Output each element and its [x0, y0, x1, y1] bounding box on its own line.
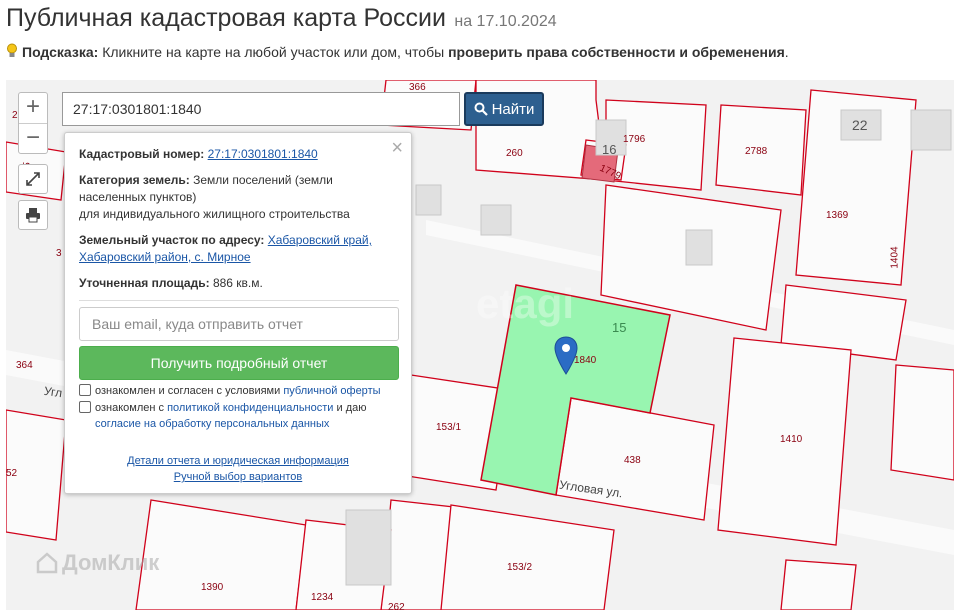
address-label: Земельный участок по адресу:: [79, 233, 265, 247]
privacy-policy-link[interactable]: политикой конфиденциальности: [167, 402, 333, 414]
zoom-in-button[interactable]: +: [19, 93, 47, 123]
privacy-checkbox[interactable]: [79, 401, 91, 413]
offer-link[interactable]: публичной оферты: [283, 385, 380, 397]
email-field[interactable]: [79, 307, 399, 341]
address-link-1[interactable]: Хабаровский край,: [268, 233, 372, 247]
page-title-row: Публичная кадастровая карта России на 17…: [6, 4, 950, 33]
hint-label: Подсказка:: [22, 44, 99, 60]
address-link-2[interactable]: Хабаровский район, с. Мирное: [79, 250, 251, 264]
hint-line: Подсказка: Кликните на карте на любой уч…: [6, 43, 789, 60]
print-button[interactable]: [18, 200, 48, 230]
cad-number-link[interactable]: 27:17:0301801:1840: [208, 147, 318, 161]
page-header: Публичная кадастровая карта России на 17…: [6, 4, 950, 60]
area-value: 886 кв.м.: [212, 276, 263, 290]
area-row: Уточненная площадь: 886 кв.м.: [79, 275, 379, 292]
cad-number-label: Кадастровый номер:: [79, 147, 205, 161]
privacy-consent-line2: согласие на обработку персональных данны…: [95, 416, 415, 432]
land-use: для индивидуального жилищного строительс…: [79, 207, 350, 221]
get-report-button[interactable]: Получить подробный отчет: [79, 346, 399, 380]
expand-icon: [26, 172, 40, 186]
zoom-control: + −: [18, 92, 48, 154]
house-icon: [36, 552, 58, 574]
address-row-2: Хабаровский район, с. Мирное: [79, 249, 379, 266]
divider: [79, 300, 399, 301]
privacy-consent: ознакомлен с политикой конфиденциальност…: [79, 400, 399, 416]
zoom-out-button[interactable]: −: [19, 123, 47, 153]
offer-checkbox[interactable]: [79, 384, 91, 396]
search-button[interactable]: Найти: [464, 92, 544, 126]
details-link[interactable]: Детали отчета и юридическая информация: [127, 455, 349, 467]
parcel-info-popup: × Кадастровый номер: 27:17:0301801:1840 …: [64, 132, 412, 494]
privacy-text-b: и даю: [336, 402, 367, 414]
land-category-label: Категория земель:: [79, 173, 190, 187]
address-row: Земельный участок по адресу: Хабаровский…: [79, 232, 389, 249]
watermark-text: ДомКлик: [62, 550, 160, 575]
page-date: на 17.10.2024: [454, 13, 557, 30]
printer-icon: [26, 208, 40, 223]
domclick-watermark: ДомКлик: [36, 550, 159, 576]
search-icon: [474, 102, 488, 116]
hint-end: .: [784, 44, 789, 60]
manual-select-link[interactable]: Ручной выбор вариантов: [174, 471, 302, 483]
page-title: Публичная кадастровая карта России: [6, 4, 446, 32]
search-button-label: Найти: [491, 100, 535, 118]
personal-data-link[interactable]: согласие на обработку персональных данны…: [95, 418, 329, 430]
lightbulb-icon: [7, 43, 17, 57]
location-marker-icon[interactable]: [554, 336, 578, 376]
close-icon[interactable]: ×: [391, 137, 403, 160]
manual-link-row: Ручной выбор вариантов: [65, 471, 411, 483]
area-label: Уточненная площадь:: [79, 276, 210, 290]
offer-consent: ознакомлен и согласен с условиями публич…: [79, 383, 399, 399]
cadastral-map[interactable]: 366 260 1796 1779 2788 22 1369 1404 15 1…: [6, 80, 954, 610]
hint-text: Кликните на карте на любой участок или д…: [102, 44, 445, 60]
cadastral-search-input[interactable]: [62, 92, 460, 126]
land-category-row: Категория земель: Земли поселений (земли…: [79, 172, 369, 206]
details-link-row: Детали отчета и юридическая информация: [65, 455, 411, 467]
hint-bold-text: проверить права собственности и обремене…: [448, 44, 785, 60]
fullscreen-button[interactable]: [18, 164, 48, 194]
privacy-text-a: ознакомлен с: [95, 402, 165, 414]
cad-number-row: Кадастровый номер: 27:17:0301801:1840: [79, 146, 379, 163]
offer-consent-text: ознакомлен и согласен с условиями: [95, 385, 281, 397]
